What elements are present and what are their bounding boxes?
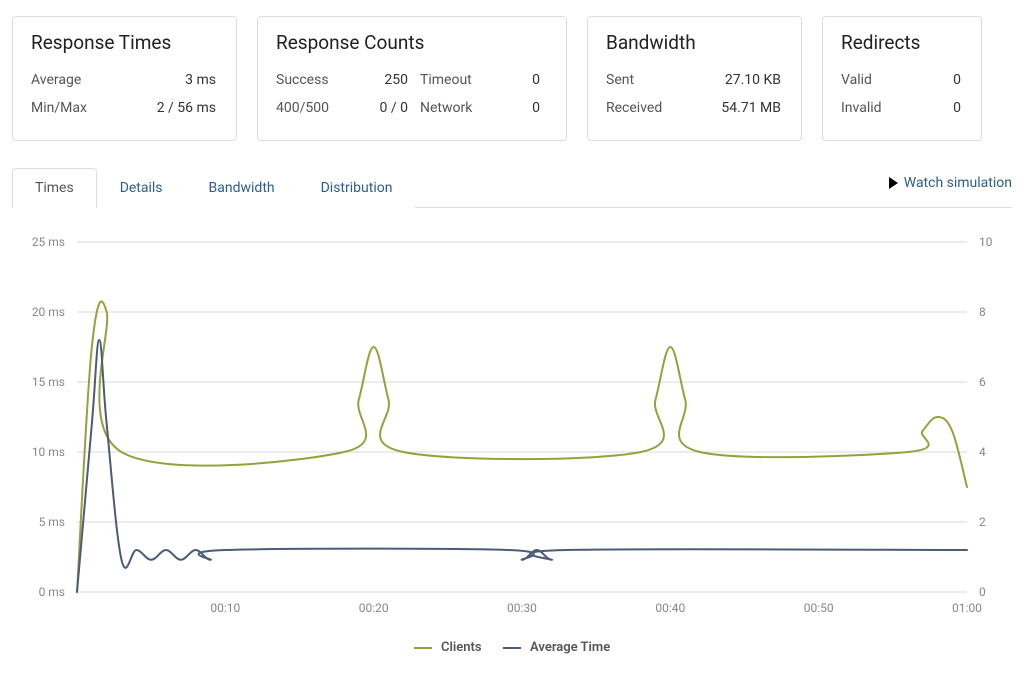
label-timeout: Timeout xyxy=(408,66,500,94)
watch-simulation-label: Watch simulation xyxy=(904,175,1012,191)
value-success: 250 xyxy=(356,66,408,94)
value-received: 54.71 MB xyxy=(691,94,781,122)
tab-details[interactable]: Details xyxy=(97,168,186,208)
svg-text:8: 8 xyxy=(979,305,986,319)
value-average: 3 ms xyxy=(121,66,216,94)
card-title: Bandwidth xyxy=(606,31,783,54)
svg-text:25 ms: 25 ms xyxy=(32,235,65,249)
svg-text:00:50: 00:50 xyxy=(804,601,834,615)
svg-text:01:00: 01:00 xyxy=(952,601,982,615)
chart-svg: 25 ms 20 ms 15 ms 10 ms 5 ms 0 ms 10 8 6 4 2 0 00:10… xyxy=(12,232,1012,622)
legend-swatch-clients xyxy=(414,647,432,649)
label-received: Received xyxy=(606,94,691,122)
value-sent: 27.10 KB xyxy=(691,66,781,94)
card-response-counts: Response Counts Success 250 Timeout 0 40… xyxy=(257,16,567,141)
label-average: Average xyxy=(31,66,121,94)
svg-text:5 ms: 5 ms xyxy=(39,515,65,529)
value-invalid: 0 xyxy=(911,94,961,122)
svg-text:4: 4 xyxy=(979,445,986,459)
value-minmax: 2 / 56 ms xyxy=(121,94,216,122)
label-valid: Valid xyxy=(841,66,911,94)
svg-text:10 ms: 10 ms xyxy=(32,445,65,459)
card-title: Redirects xyxy=(841,31,963,54)
svg-text:15 ms: 15 ms xyxy=(32,375,65,389)
label-sent: Sent xyxy=(606,66,691,94)
tab-times[interactable]: Times xyxy=(12,168,97,208)
card-redirects: Redirects Valid 0 Invalid 0 xyxy=(822,16,982,141)
svg-text:10: 10 xyxy=(979,235,993,249)
chart-legend: Clients Average Time xyxy=(12,640,1012,655)
svg-text:20 ms: 20 ms xyxy=(32,305,65,319)
label-network: Network xyxy=(408,94,500,122)
value-valid: 0 xyxy=(911,66,961,94)
watch-simulation-link[interactable]: Watch simulation xyxy=(889,175,1012,199)
svg-text:00:40: 00:40 xyxy=(655,601,685,615)
svg-text:0: 0 xyxy=(979,585,986,599)
legend-label-avg: Average Time xyxy=(530,640,610,655)
svg-text:00:20: 00:20 xyxy=(359,601,389,615)
svg-text:2: 2 xyxy=(979,515,986,529)
card-title: Response Times xyxy=(31,31,218,54)
value-400-500: 0 / 0 xyxy=(356,94,408,122)
tab-bandwidth[interactable]: Bandwidth xyxy=(186,168,298,208)
legend-swatch-avg xyxy=(503,647,521,649)
svg-text:00:10: 00:10 xyxy=(210,601,240,615)
card-bandwidth: Bandwidth Sent 27.10 KB Received 54.71 M… xyxy=(587,16,802,141)
label-400-500: 400/500 xyxy=(276,94,356,122)
value-network: 0 xyxy=(500,94,540,122)
svg-text:00:30: 00:30 xyxy=(507,601,537,615)
label-minmax: Min/Max xyxy=(31,94,121,122)
legend-label-clients: Clients xyxy=(441,640,482,655)
svg-text:6: 6 xyxy=(979,375,986,389)
svg-text:0 ms: 0 ms xyxy=(39,585,65,599)
card-response-times: Response Times Average 3 ms Min/Max 2 / … xyxy=(12,16,237,141)
play-icon xyxy=(889,177,898,189)
tab-distribution[interactable]: Distribution xyxy=(298,168,416,208)
chart-times: 25 ms 20 ms 15 ms 10 ms 5 ms 0 ms 10 8 6 4 2 0 00:10… xyxy=(12,232,1012,655)
value-timeout: 0 xyxy=(500,66,540,94)
label-invalid: Invalid xyxy=(841,94,911,122)
tab-bar: Times Details Bandwidth Distribution xyxy=(12,167,415,207)
card-title: Response Counts xyxy=(276,31,548,54)
label-success: Success xyxy=(276,66,356,94)
